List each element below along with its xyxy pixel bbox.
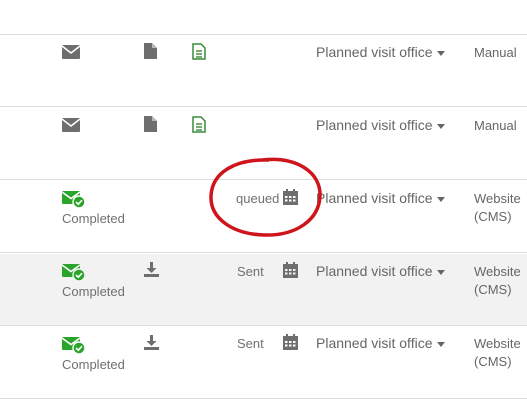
calendar-icon[interactable]: [283, 189, 298, 210]
envelope-icon[interactable]: [61, 118, 81, 137]
file-icon[interactable]: [144, 116, 157, 137]
office-label: Planned visit office: [316, 335, 433, 351]
table-row: Completed Sent Planned visit office Webs…: [0, 254, 527, 326]
source-label: Manual: [474, 45, 517, 60]
source-label: Manual: [474, 118, 517, 133]
source-line-2: (CMS): [474, 282, 512, 297]
office-label: Planned visit office: [316, 263, 433, 279]
download-icon[interactable]: [144, 262, 159, 282]
source-label: Website (CMS): [474, 335, 521, 371]
table-row: Planned visit office Manual: [0, 108, 527, 180]
caret-down-icon: [437, 123, 446, 129]
source-line-2: (CMS): [474, 354, 512, 369]
source-line-2: (CMS): [474, 209, 512, 224]
table-row: Planned visit office Manual: [0, 35, 527, 107]
source-line-1: Website: [474, 336, 521, 351]
table-row: Completed Sent Planned visit office Webs…: [0, 327, 527, 399]
office-dropdown[interactable]: Planned visit office: [316, 263, 446, 279]
download-icon[interactable]: [144, 335, 159, 355]
calendar-icon[interactable]: [283, 334, 298, 355]
source-label: Website (CMS): [474, 263, 521, 299]
office-label: Planned visit office: [316, 190, 433, 206]
source-line-1: Website: [474, 191, 521, 206]
source-line-1: Website: [474, 264, 521, 279]
office-dropdown[interactable]: Planned visit office: [316, 117, 446, 133]
caret-down-icon: [437, 269, 446, 275]
sent-status: Sent: [237, 336, 264, 351]
status-label: Completed: [62, 357, 125, 372]
envelope-icon[interactable]: [61, 45, 81, 64]
office-dropdown[interactable]: Planned visit office: [316, 190, 446, 206]
office-label: Planned visit office: [316, 44, 433, 60]
calendar-icon[interactable]: [283, 262, 298, 283]
file-text-icon[interactable]: [192, 43, 206, 65]
status-label: Completed: [62, 211, 125, 226]
status-label: Completed: [62, 284, 125, 299]
sent-status: Sent: [237, 264, 264, 279]
office-dropdown[interactable]: Planned visit office: [316, 335, 446, 351]
source-label: Website (CMS): [474, 190, 521, 226]
caret-down-icon: [437, 50, 446, 56]
file-text-icon[interactable]: [192, 116, 206, 138]
caret-down-icon: [437, 341, 446, 347]
file-icon[interactable]: [144, 43, 157, 64]
office-label: Planned visit office: [316, 117, 433, 133]
office-dropdown[interactable]: Planned visit office: [316, 44, 446, 60]
table-row: Completed queued Planned visit office We…: [0, 181, 527, 253]
sent-status: queued: [236, 191, 280, 206]
caret-down-icon: [437, 196, 446, 202]
